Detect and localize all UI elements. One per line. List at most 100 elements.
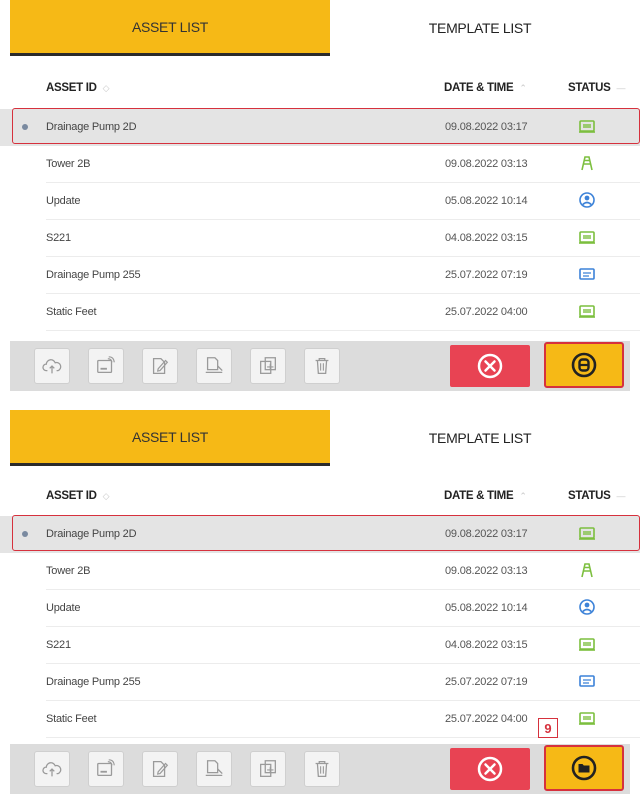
rfid-button[interactable] bbox=[88, 751, 124, 787]
template-blue-icon bbox=[578, 266, 596, 282]
column-label: ASSET ID bbox=[46, 82, 97, 94]
selected-indicator bbox=[22, 124, 28, 130]
column-header-status[interactable]: STATUS — bbox=[568, 490, 625, 502]
tab-asset-list[interactable]: ASSET LIST bbox=[10, 0, 330, 56]
copy-button[interactable] bbox=[250, 751, 286, 787]
list-header: ASSET ID ◇ DATE & TIME ⌃ STATUS — bbox=[0, 490, 640, 514]
asset-id-cell: Drainage Pump 255 bbox=[46, 676, 141, 688]
machine-green-icon bbox=[578, 118, 596, 134]
table-row[interactable]: Tower 2B 09.08.2022 03:13 bbox=[0, 553, 640, 590]
open-asset-button[interactable] bbox=[544, 342, 624, 388]
table-row[interactable]: Tower 2B 09.08.2022 03:13 bbox=[0, 146, 640, 183]
trash-icon bbox=[311, 355, 333, 377]
row-divider bbox=[46, 330, 640, 331]
column-label: DATE & TIME bbox=[444, 490, 514, 502]
asset-list-panel-2: ASSET LIST TEMPLATE LIST ASSET ID ◇ DATE … bbox=[0, 410, 640, 805]
date-time-cell: 04.08.2022 03:15 bbox=[445, 232, 528, 244]
table-row[interactable]: Drainage Pump 255 25.07.2022 07:19 bbox=[0, 257, 640, 294]
table-row[interactable]: Drainage Pump 2D 09.08.2022 03:17 bbox=[0, 515, 640, 553]
copy-icon bbox=[257, 758, 279, 780]
column-header-asset-id[interactable]: ASSET ID ◇ bbox=[46, 82, 110, 94]
date-time-cell: 05.08.2022 10:14 bbox=[445, 602, 528, 614]
date-time-cell: 09.08.2022 03:17 bbox=[445, 528, 528, 540]
tower-green-icon bbox=[578, 155, 596, 171]
date-time-cell: 25.07.2022 07:19 bbox=[445, 269, 528, 281]
tab-template-list[interactable]: TEMPLATE LIST bbox=[330, 0, 630, 56]
table-row[interactable]: S221 04.08.2022 03:15 bbox=[0, 220, 640, 257]
date-time-cell: 09.08.2022 03:13 bbox=[445, 565, 528, 577]
copy-button[interactable] bbox=[250, 348, 286, 384]
asset-id-cell: Static Feet bbox=[46, 306, 97, 318]
asset-rows: Drainage Pump 2D 09.08.2022 03:17 Tower 2B… bbox=[0, 108, 640, 331]
date-time-cell: 25.07.2022 04:00 bbox=[445, 306, 528, 318]
cloud-upload-button[interactable] bbox=[34, 751, 70, 787]
print-button[interactable] bbox=[196, 348, 232, 384]
asset-id-cell: Update bbox=[46, 195, 81, 207]
table-row[interactable]: S221 04.08.2022 03:15 bbox=[0, 627, 640, 664]
column-header-status[interactable]: STATUS — bbox=[568, 82, 625, 94]
column-label: DATE & TIME bbox=[444, 82, 514, 94]
table-row[interactable]: Static Feet 25.07.2022 04:00 bbox=[0, 294, 640, 331]
open-folder-button[interactable] bbox=[544, 745, 624, 791]
cancel-button[interactable] bbox=[450, 748, 530, 790]
date-time-cell: 25.07.2022 04:00 bbox=[445, 713, 528, 725]
column-header-date-time[interactable]: DATE & TIME ⌃ bbox=[444, 490, 527, 502]
close-circle-icon bbox=[477, 353, 503, 379]
column-header-asset-id[interactable]: ASSET ID ◇ bbox=[46, 490, 110, 502]
step-badge: 9 bbox=[538, 718, 558, 738]
column-header-date-time[interactable]: DATE & TIME ⌃ bbox=[444, 82, 527, 94]
machine-green-icon bbox=[578, 636, 596, 652]
cloud-upload-icon bbox=[41, 758, 63, 780]
rfid-button[interactable] bbox=[88, 348, 124, 384]
action-toolbar bbox=[10, 341, 630, 391]
cancel-button[interactable] bbox=[450, 345, 530, 387]
edit-icon bbox=[149, 758, 171, 780]
table-row[interactable]: Drainage Pump 2D 09.08.2022 03:17 bbox=[0, 108, 640, 146]
copy-icon bbox=[257, 355, 279, 377]
trash-button[interactable] bbox=[304, 348, 340, 384]
tab-asset-list[interactable]: ASSET LIST bbox=[10, 410, 330, 466]
person-blue-icon bbox=[578, 599, 596, 615]
edit-button[interactable] bbox=[142, 751, 178, 787]
print-button[interactable] bbox=[196, 751, 232, 787]
column-label: STATUS bbox=[568, 490, 611, 502]
sort-icon: ◇ bbox=[102, 491, 110, 501]
machine-green-icon bbox=[578, 229, 596, 245]
machine-green-icon bbox=[578, 303, 596, 319]
asset-id-cell: Update bbox=[46, 602, 81, 614]
asset-id-cell: Drainage Pump 2D bbox=[46, 121, 137, 133]
rfid-icon bbox=[95, 758, 117, 780]
tower-green-icon bbox=[578, 562, 596, 578]
table-row[interactable]: Update 05.08.2022 10:14 bbox=[0, 183, 640, 220]
tab-bar: ASSET LIST TEMPLATE LIST bbox=[0, 0, 640, 56]
asset-id-cell: Tower 2B bbox=[46, 565, 91, 577]
selected-indicator bbox=[22, 531, 28, 537]
print-icon bbox=[203, 758, 225, 780]
rfid-icon bbox=[95, 355, 117, 377]
asset-list-panel-1: ASSET LIST TEMPLATE LIST ASSET ID ◇ DATE … bbox=[0, 0, 640, 400]
asset-circle-icon bbox=[571, 352, 597, 378]
column-label: STATUS bbox=[568, 82, 611, 94]
tab-template-list[interactable]: TEMPLATE LIST bbox=[330, 410, 630, 466]
trash-icon bbox=[311, 758, 333, 780]
sort-icon: — bbox=[616, 83, 626, 93]
asset-rows: Drainage Pump 2D 09.08.2022 03:17 Tower 2B… bbox=[0, 515, 640, 738]
table-row[interactable]: Drainage Pump 255 25.07.2022 07:19 bbox=[0, 664, 640, 701]
print-icon bbox=[203, 355, 225, 377]
sort-asc-icon: ⌃ bbox=[519, 83, 527, 93]
cloud-upload-icon bbox=[41, 355, 63, 377]
edit-button[interactable] bbox=[142, 348, 178, 384]
template-blue-icon bbox=[578, 673, 596, 689]
tab-bar: ASSET LIST TEMPLATE LIST bbox=[0, 410, 640, 466]
date-time-cell: 09.08.2022 03:13 bbox=[445, 158, 528, 170]
machine-green-icon bbox=[578, 710, 596, 726]
sort-asc-icon: ⌃ bbox=[519, 491, 527, 501]
table-row[interactable]: Update 05.08.2022 10:14 bbox=[0, 590, 640, 627]
edit-icon bbox=[149, 355, 171, 377]
asset-id-cell: Static Feet bbox=[46, 713, 97, 725]
asset-id-cell: Drainage Pump 255 bbox=[46, 269, 141, 281]
trash-button[interactable] bbox=[304, 751, 340, 787]
cloud-upload-button[interactable] bbox=[34, 348, 70, 384]
action-toolbar bbox=[10, 744, 630, 794]
asset-id-cell: Drainage Pump 2D bbox=[46, 528, 137, 540]
